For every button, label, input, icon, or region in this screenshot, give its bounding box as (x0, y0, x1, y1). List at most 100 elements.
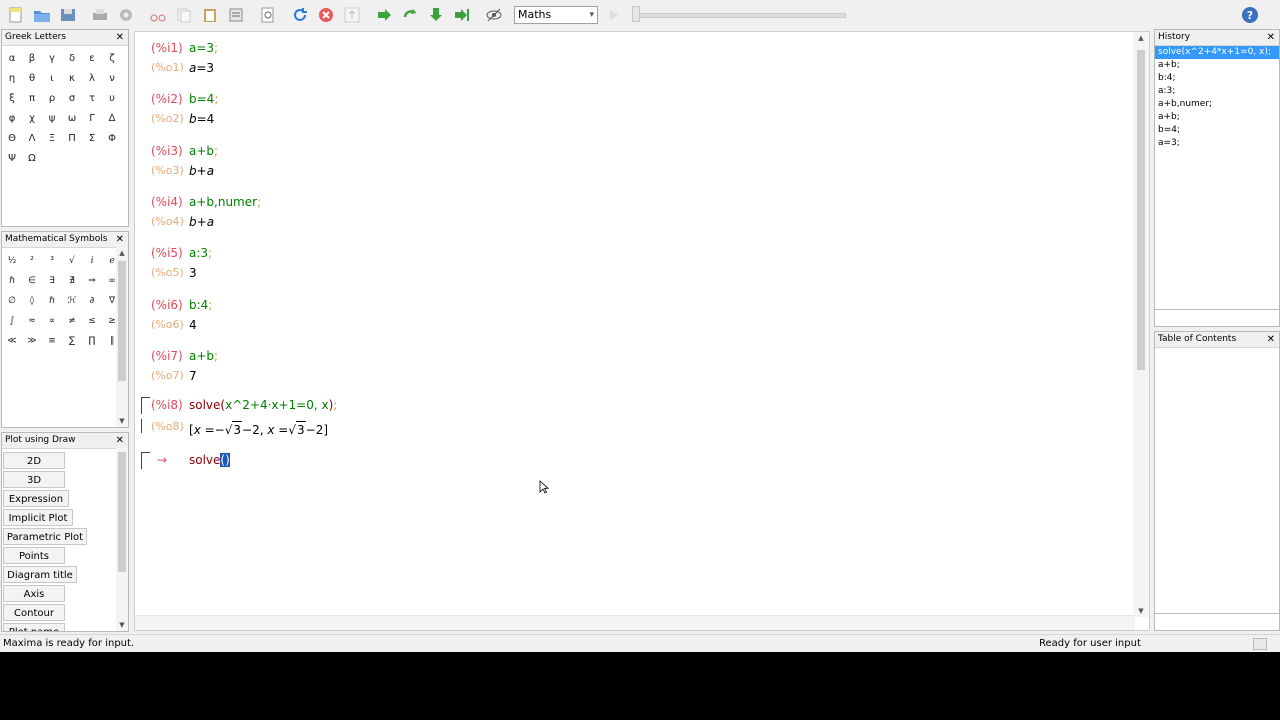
math-symbol-button[interactable]: ² (22, 251, 42, 271)
mode-select[interactable]: Maths ▾ (514, 6, 598, 24)
greek-letter-button[interactable]: Ξ (42, 129, 62, 149)
plot-draw-button[interactable]: Contour (3, 604, 65, 621)
math-symbol-button[interactable]: ³ (42, 251, 62, 271)
greek-letter-button[interactable]: η (2, 69, 22, 89)
history-item[interactable]: b=4; (1155, 124, 1279, 137)
greek-letter-button[interactable]: σ (62, 89, 82, 109)
print-icon[interactable] (90, 5, 110, 25)
greek-letter-button[interactable]: Λ (22, 129, 42, 149)
input-expression[interactable]: a+b,numer; (189, 194, 261, 210)
paste-icon[interactable] (200, 5, 220, 25)
up-icon[interactable] (342, 5, 362, 25)
new-file-icon[interactable] (6, 5, 26, 25)
math-symbol-button[interactable]: ≈ (22, 311, 42, 331)
greek-letter-button[interactable]: δ (62, 49, 82, 69)
plot-draw-button[interactable]: Expression (3, 490, 69, 507)
hide-icon[interactable] (484, 5, 504, 25)
history-item[interactable]: a=3; (1155, 137, 1279, 150)
input-expression[interactable]: b:4; (189, 297, 212, 313)
greek-letter-button[interactable]: Θ (2, 129, 22, 149)
math-symbol-button[interactable]: ≤ (82, 311, 102, 331)
math-symbol-button[interactable]: ≠ (62, 311, 82, 331)
math-symbol-button[interactable]: ∈ (22, 271, 42, 291)
greek-letter-button[interactable]: π (22, 89, 42, 109)
close-icon[interactable]: ✕ (116, 433, 124, 448)
greek-letter-button[interactable]: υ (102, 89, 122, 109)
greek-letter-button[interactable]: α (2, 49, 22, 69)
toc-filter-input[interactable] (1155, 613, 1279, 630)
plot-draw-button[interactable]: Implicit Plot (3, 509, 73, 526)
math-symbol-button[interactable]: ℋ (62, 291, 82, 311)
scroll-up-icon[interactable]: ▲ (1133, 32, 1149, 44)
math-symbol-button[interactable]: ≡ (42, 331, 62, 351)
cut-icon[interactable] (148, 5, 168, 25)
close-icon[interactable]: ✕ (116, 30, 124, 45)
evaluate-to-end-icon[interactable] (452, 5, 472, 25)
plot-draw-button[interactable]: Points (3, 547, 65, 564)
math-symbol-button[interactable]: ◊ (22, 291, 42, 311)
math-symbol-button[interactable]: ⅈ (82, 251, 102, 271)
follow-icon[interactable] (374, 5, 394, 25)
worksheet[interactable]: (%i1) a=3; (%o1) a=3 (%i2) b=4; (%o2) b=4 (%i3) a… (134, 31, 1150, 631)
greek-letter-button[interactable]: γ (42, 49, 62, 69)
open-folder-icon[interactable] (32, 5, 52, 25)
math-symbol-button[interactable]: ∫ (2, 311, 22, 331)
active-input-text[interactable]: solve() (189, 452, 230, 468)
greek-letter-button[interactable]: Φ (102, 129, 122, 149)
math-symbol-button[interactable]: ∂ (82, 291, 102, 311)
input-expression[interactable]: b=4; (189, 91, 218, 107)
greek-letter-button[interactable]: Δ (102, 109, 122, 129)
history-item[interactable]: a+b; (1155, 59, 1279, 72)
history-item[interactable]: a+b; (1155, 111, 1279, 124)
greek-letter-button[interactable]: ξ (2, 89, 22, 109)
history-item[interactable]: b:4; (1155, 72, 1279, 85)
save-icon[interactable] (58, 5, 78, 25)
math-symbol-button[interactable]: √ (62, 251, 82, 271)
greek-letter-button[interactable]: χ (22, 109, 42, 129)
settings-icon[interactable] (116, 5, 136, 25)
math-symbol-button[interactable]: ∏ (82, 331, 102, 351)
plot-draw-button[interactable]: Axis (3, 585, 65, 602)
greek-letter-button[interactable]: τ (82, 89, 102, 109)
find-icon[interactable] (258, 5, 278, 25)
cell-bracket[interactable] (141, 397, 150, 414)
animation-slider[interactable] (632, 13, 846, 18)
input-expression[interactable]: solve(x^2+4·x+1=0, x); (189, 397, 337, 413)
refresh-icon[interactable] (290, 5, 310, 25)
history-filter-input[interactable] (1155, 309, 1279, 326)
math-symbol-button[interactable]: ⇒ (82, 271, 102, 291)
scroll-down-icon[interactable]: ▼ (116, 415, 128, 427)
input-expression[interactable]: a+b; (189, 348, 218, 364)
close-icon[interactable]: ✕ (116, 232, 124, 247)
scroll-thumb[interactable] (1137, 50, 1145, 370)
math-symbol-button[interactable]: ≪ (2, 331, 22, 351)
greek-letter-button[interactable]: ν (102, 69, 122, 89)
math-symbol-button[interactable]: ½ (2, 251, 22, 271)
history-item[interactable]: a:3; (1155, 85, 1279, 98)
scroll-down-icon[interactable]: ▼ (116, 619, 128, 631)
plot-draw-button[interactable]: Parametric Plot (3, 528, 87, 545)
animation-slider-thumb[interactable] (632, 6, 640, 22)
math-symbol-button[interactable]: ∄ (62, 271, 82, 291)
input-expression[interactable]: a:3; (189, 245, 212, 261)
history-item[interactable]: solve(x^2+4*x+1=0, x); (1155, 46, 1279, 59)
scroll-down-icon[interactable]: ▼ (1133, 605, 1149, 617)
plot-draw-button[interactable]: Plot name (3, 623, 65, 631)
greek-letter-button[interactable]: ω (62, 109, 82, 129)
greek-letter-button[interactable]: ρ (42, 89, 62, 109)
greek-letter-button[interactable]: β (22, 49, 42, 69)
worksheet-vscrollbar[interactable]: ▲ ▼ (1133, 32, 1149, 617)
plot-draw-button[interactable]: Diagram title (3, 566, 77, 583)
scroll-thumb[interactable] (118, 452, 126, 572)
history-item[interactable]: a+b,numer; (1155, 98, 1279, 111)
greek-letter-button[interactable]: ψ (42, 109, 62, 129)
greek-letter-button[interactable]: θ (22, 69, 42, 89)
evaluate-icon[interactable] (400, 5, 420, 25)
input-expression[interactable]: a+b; (189, 143, 218, 159)
greek-letter-button[interactable]: ι (42, 69, 62, 89)
plot-draw-button[interactable]: 3D (3, 471, 65, 488)
scroll-up-icon[interactable]: ▲ (116, 247, 128, 259)
close-icon[interactable]: ✕ (1267, 30, 1275, 45)
math-symbol-button[interactable]: ∅ (2, 291, 22, 311)
evaluate-all-icon[interactable] (426, 5, 446, 25)
